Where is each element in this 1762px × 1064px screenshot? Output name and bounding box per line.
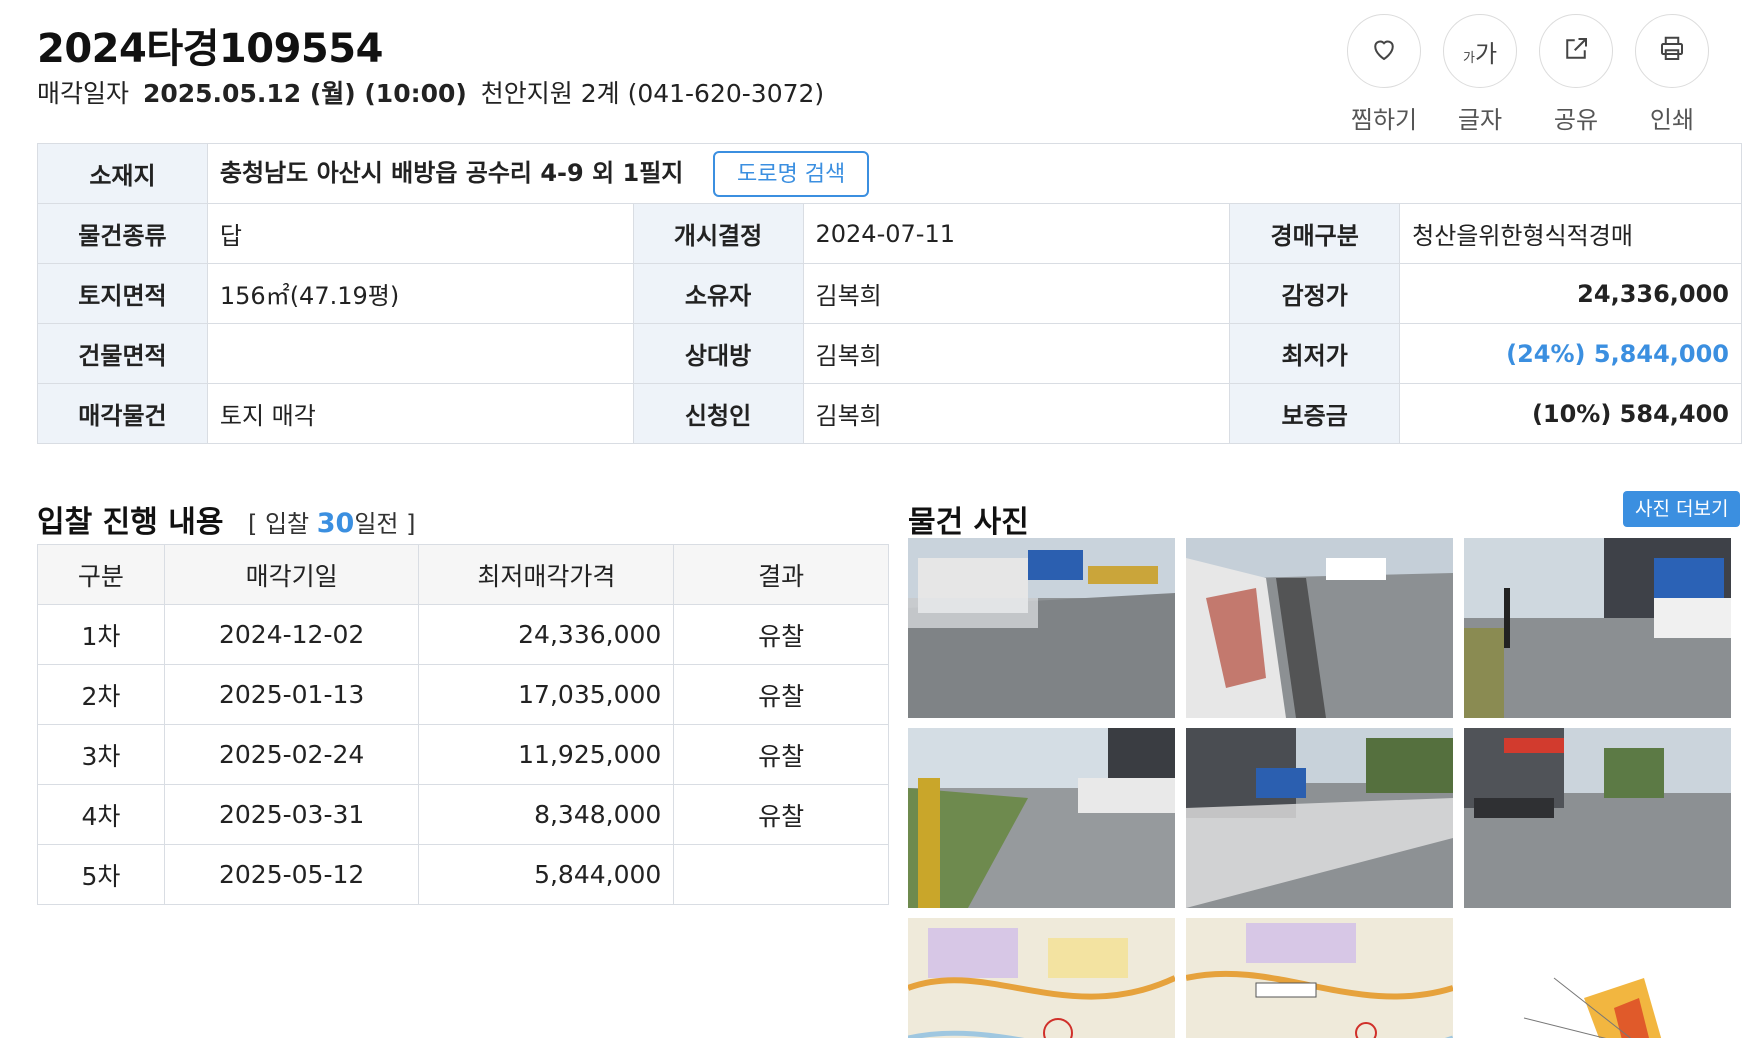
sale-label: 매각일자 xyxy=(37,79,130,108)
value-start-decision: 2024-07-11 xyxy=(802,203,1231,264)
bid-price: 11,925,000 xyxy=(418,724,675,785)
label-start-decision: 개시결정 xyxy=(632,203,804,264)
property-photo[interactable] xyxy=(1186,728,1453,908)
action-bar: 찜하기 가가 글자 공유 인쇄 xyxy=(1345,14,1745,134)
bid-section-title: 입찰 진행 내용 [ 입찰 30일전 ] xyxy=(37,505,416,540)
court-info: 천안지원 2계 (041-620-3072) xyxy=(480,79,825,108)
print-icon xyxy=(1657,34,1687,68)
font-size-button[interactable]: 가가 글자 xyxy=(1441,14,1519,135)
col-min-price: 최저매각가격 xyxy=(418,544,675,605)
table-row: 3차 2025-02-24 11,925,000 유찰 xyxy=(37,724,889,785)
value-opponent: 김복희 xyxy=(802,323,1231,384)
value-owner: 김복희 xyxy=(802,263,1231,324)
bid-result: 유찰 xyxy=(673,784,889,845)
table-row: 1차 2024-12-02 24,336,000 유찰 xyxy=(37,604,889,665)
bid-result xyxy=(673,844,889,905)
value-sale-item: 토지 매각 xyxy=(206,383,634,444)
bid-date: 2024-12-02 xyxy=(163,604,420,665)
label-item-type: 물건종류 xyxy=(37,203,208,264)
bid-countdown: [ 입찰 30일전 ] xyxy=(247,508,416,539)
heart-icon xyxy=(1369,34,1399,68)
address-value: 충청남도 아산시 배방읍 공수리 4-9 외 1필지 xyxy=(219,158,684,187)
bid-round: 4차 xyxy=(37,784,165,845)
location-map[interactable] xyxy=(908,918,1175,1038)
bid-price: 24,336,000 xyxy=(418,604,675,665)
bid-price: 8,348,000 xyxy=(418,784,675,845)
bid-round: 3차 xyxy=(37,724,165,785)
font-size-label: 글자 xyxy=(1457,106,1503,134)
bid-price: 17,035,000 xyxy=(418,664,675,725)
bid-price: 5,844,000 xyxy=(418,844,675,905)
info-row: 매각물건 토지 매각 신청인 김복희 보증금 (10%) 584,400 xyxy=(37,383,1742,444)
bid-round: 2차 xyxy=(37,664,165,725)
property-photo[interactable] xyxy=(1186,538,1453,718)
bid-result: 유찰 xyxy=(673,604,889,665)
bid-history-table: 구분 매각기일 최저매각가격 결과 1차 2024-12-02 24,336,0… xyxy=(37,544,889,905)
share-label: 공유 xyxy=(1553,106,1599,134)
share-button[interactable]: 공유 xyxy=(1537,14,1615,135)
label-deposit: 보증금 xyxy=(1229,383,1401,444)
more-photos-button[interactable]: 사진 더보기 xyxy=(1623,491,1741,527)
property-info-table: 소재지 충청남도 아산시 배방읍 공수리 4-9 외 1필지 도로명 검색 물건… xyxy=(37,143,1743,444)
print-label: 인쇄 xyxy=(1649,106,1695,134)
label-owner: 소유자 xyxy=(632,263,804,324)
font-size-icon: 가가 xyxy=(1462,39,1498,68)
table-row: 5차 2025-05-12 5,844,000 xyxy=(37,844,889,905)
site-plan[interactable] xyxy=(1464,918,1731,1038)
label-min-price: 최저가 xyxy=(1229,323,1401,384)
favorite-label: 찜하기 xyxy=(1350,106,1418,134)
bid-date: 2025-02-24 xyxy=(163,724,420,785)
location-map[interactable] xyxy=(1186,918,1453,1038)
property-photo[interactable] xyxy=(908,728,1175,908)
bid-header-row: 구분 매각기일 최저매각가격 결과 xyxy=(37,544,889,605)
label-building-area: 건물면적 xyxy=(37,323,208,384)
info-row: 물건종류 답 개시결정 2024-07-11 경매구분 청산을위한형식적경매 xyxy=(37,203,1742,264)
value-applicant: 김복희 xyxy=(802,383,1231,444)
table-row: 4차 2025-03-31 8,348,000 유찰 xyxy=(37,784,889,845)
col-round: 구분 xyxy=(37,544,165,605)
photo-grid xyxy=(908,538,1732,1038)
value-deposit: (10%) 584,400 xyxy=(1399,383,1742,444)
label-appraisal: 감정가 xyxy=(1229,263,1401,324)
case-title: 2024타경109554 xyxy=(37,26,383,72)
bid-round: 1차 xyxy=(37,604,165,665)
label-land-area: 토지면적 xyxy=(37,263,208,324)
label-applicant: 신청인 xyxy=(632,383,804,444)
sale-date: 2025.05.12 (월) (10:00) xyxy=(142,79,467,108)
value-building-area xyxy=(206,323,634,384)
photo-section-title: 물건 사진 xyxy=(908,505,1029,540)
label-opponent: 상대방 xyxy=(632,323,804,384)
col-result: 결과 xyxy=(673,544,889,605)
bid-round: 5차 xyxy=(37,844,165,905)
label-sale-item: 매각물건 xyxy=(37,383,208,444)
value-auction-type: 청산을위한형식적경매 xyxy=(1399,203,1742,264)
address-label: 소재지 xyxy=(37,143,208,204)
value-appraisal: 24,336,000 xyxy=(1399,263,1742,324)
address-row: 소재지 충청남도 아산시 배방읍 공수리 4-9 외 1필지 도로명 검색 xyxy=(37,143,1743,204)
property-photo[interactable] xyxy=(1464,538,1731,718)
bid-date: 2025-03-31 xyxy=(163,784,420,845)
bid-date: 2025-05-12 xyxy=(163,844,420,905)
share-icon xyxy=(1561,34,1591,68)
value-min-price: (24%) 5,844,000 xyxy=(1399,323,1742,384)
road-name-search-button[interactable]: 도로명 검색 xyxy=(713,150,870,197)
table-row: 2차 2025-01-13 17,035,000 유찰 xyxy=(37,664,889,725)
info-row: 토지면적 156㎡(47.19평) 소유자 김복희 감정가 24,336,000 xyxy=(37,263,1742,324)
info-row: 건물면적 상대방 김복희 최저가 (24%) 5,844,000 xyxy=(37,323,1742,384)
value-item-type: 답 xyxy=(206,203,634,264)
label-auction-type: 경매구분 xyxy=(1229,203,1401,264)
value-land-area: 156㎡(47.19평) xyxy=(206,263,634,324)
print-button[interactable]: 인쇄 xyxy=(1633,14,1711,135)
col-date: 매각기일 xyxy=(163,544,420,605)
favorite-button[interactable]: 찜하기 xyxy=(1345,14,1423,135)
bid-result: 유찰 xyxy=(673,724,889,785)
bid-date: 2025-01-13 xyxy=(163,664,420,725)
property-photo[interactable] xyxy=(1464,728,1731,908)
bid-result: 유찰 xyxy=(673,664,889,725)
property-photo[interactable] xyxy=(908,538,1175,718)
sale-info: 매각일자 2025.05.12 (월) (10:00) 천안지원 2계 (041… xyxy=(37,74,824,110)
